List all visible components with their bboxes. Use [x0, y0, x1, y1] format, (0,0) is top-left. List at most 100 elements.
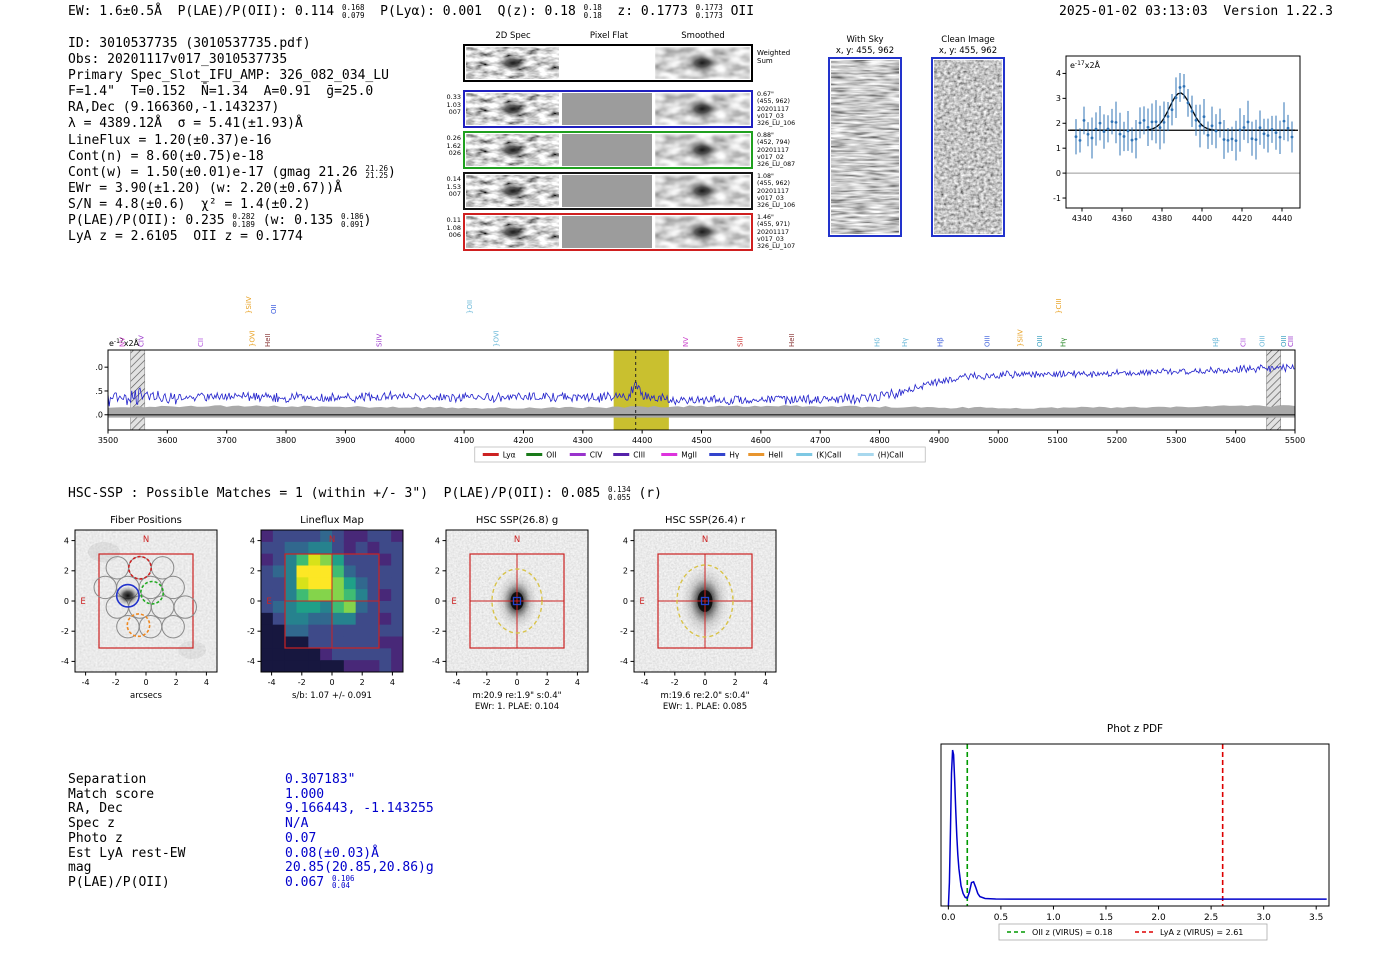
- graphic-primitive: 4: [390, 678, 395, 687]
- timestamp-version: 2025-01-02 03:13:03 Version 1.22.3: [1059, 4, 1333, 19]
- row-annotation-line: 20201117: [757, 187, 790, 195]
- graphic-primitive: -2: [432, 627, 440, 636]
- emission-label-CIII: CIII: [1287, 336, 1295, 347]
- info-line: ID: 3010537735 (3010537735.pdf): [68, 36, 311, 51]
- cutout-xlabel: s/b: 1.07 +/- 0.091: [292, 691, 372, 701]
- graphic-primitive: [379, 601, 392, 614]
- graphic-primitive: 3.5: [1309, 913, 1323, 923]
- info-line: Obs: 20201117v017_3010537735: [68, 52, 288, 68]
- graphic-primitive: 4360: [1112, 214, 1132, 223]
- graphic-primitive: 3.0: [1256, 913, 1271, 923]
- y-ticks: 0.0 2.5 5.0: [95, 363, 108, 420]
- graphic-primitive: 0.1773: [695, 10, 723, 20]
- graphic-primitive: -4: [268, 678, 276, 687]
- graphic-primitive: [332, 648, 345, 661]
- graphic-primitive: [391, 553, 404, 566]
- match-field-label: Separation: [68, 772, 147, 787]
- graphic-primitive: 4300: [573, 436, 593, 445]
- graphic-primitive: -4: [82, 678, 90, 687]
- trace-blob: [684, 222, 720, 242]
- graphic-primitive: [379, 648, 392, 661]
- graphic-primitive: [320, 553, 333, 566]
- graphic-primitive: [308, 530, 321, 543]
- emission-label-HeII: HeII: [264, 333, 272, 347]
- graphic-primitive: [355, 565, 368, 578]
- cutout-title: HSC SSP(26.8) g: [476, 515, 558, 526]
- graphic-primitive: [367, 589, 380, 602]
- match-field-label: P(LAE)/P(OII): [68, 874, 170, 890]
- x-ticks: -4 -2 0 2 4: [641, 672, 768, 687]
- graphic-primitive: 4400: [632, 436, 652, 445]
- legend-label: CIII: [633, 451, 645, 460]
- graphic-primitive: 21.25: [365, 171, 388, 181]
- graphic-primitive: 0: [143, 678, 148, 687]
- graphic-primitive: [320, 589, 333, 602]
- graphic-primitive: [272, 553, 286, 566]
- graphic-primitive: 2: [545, 678, 550, 687]
- graphic-primitive: [320, 648, 333, 661]
- graphic-primitive: [178, 641, 206, 659]
- row-annotation-line: 1.08": [757, 173, 774, 180]
- graphic-primitive: [343, 660, 357, 673]
- graphic-primitive: 5300: [1166, 436, 1186, 445]
- graphic-primitive: [284, 601, 297, 614]
- row-weights: 0.33 1.03 007: [440, 93, 461, 117]
- graphic-primitive: 4700: [810, 436, 830, 445]
- graphic-primitive: [296, 601, 309, 614]
- graphic-primitive: [343, 601, 357, 614]
- plot-frame: [940, 743, 1330, 907]
- graphic-primitive: [1082, 119, 1086, 122]
- emission-label-OVI: }OVI: [249, 330, 257, 347]
- row-annotation-line: (455, 962): [757, 180, 790, 188]
- row-weight-value: 006: [448, 231, 461, 240]
- cutout-title: Fiber Positions: [110, 515, 182, 526]
- graphic-primitive: [284, 541, 297, 555]
- graphic-primitive: 2: [435, 567, 440, 576]
- sky-panel-title: Clean Image x, y: 455, 962: [931, 35, 1005, 56]
- graphic-primitive: [320, 660, 333, 673]
- north-label: N: [143, 535, 149, 545]
- graphic-primitive: [296, 612, 309, 626]
- x-ticks: 0.0 0.5 1.0 1.5 2.0 2.5 3.0 3.5: [941, 906, 1323, 923]
- row-weight-value: 007: [448, 190, 461, 199]
- graphic-primitive: [379, 530, 392, 543]
- x-ticks: 3500 3600 3700 3800 3900 4000 4100 4200 4300 4400…: [98, 430, 1305, 445]
- graphic-primitive: [1178, 86, 1182, 89]
- graphic-primitive: [391, 660, 404, 673]
- graphic-primitive: 4: [204, 678, 209, 687]
- graphic-primitive: 5200: [1107, 436, 1127, 445]
- graphic-primitive: [379, 565, 392, 578]
- graphic-primitive: 0: [1056, 169, 1061, 178]
- graphic-primitive: [562, 47, 652, 79]
- graphic-primitive: 4340: [1072, 214, 1092, 223]
- clean-image: [931, 57, 1005, 237]
- graphic-primitive: -2: [112, 678, 120, 687]
- col-header-pixelflat: Pixel Flat: [589, 31, 629, 41]
- graphic-primitive: 5400: [1225, 436, 1245, 445]
- graphic-primitive: [355, 636, 368, 649]
- row-annotation: 0.67" (455, 962) 20201117 v017_03 326_LU_106: [757, 91, 829, 127]
- graphic-primitive: [308, 553, 321, 566]
- row-annotation-line: 20201117: [757, 146, 790, 154]
- graphic-primitive: [272, 601, 286, 614]
- graphic-primitive: [1106, 127, 1110, 131]
- graphic-primitive: 0: [623, 597, 628, 606]
- row-annotation-line: 0.88": [757, 132, 774, 139]
- graphic-primitive: [261, 660, 274, 673]
- graphic-primitive: -1: [1053, 194, 1061, 203]
- masked-band: [1266, 349, 1282, 431]
- row-annotation: 0.88" (452, 794) 20201117 v017_02 326_LU_087: [757, 132, 829, 168]
- graphic-primitive: [284, 648, 297, 661]
- row-annotation-line: (452, 794): [757, 139, 790, 147]
- trace-blob: [496, 100, 528, 118]
- graphic-primitive: 5.0: [95, 363, 103, 372]
- row-weight-value: 007: [448, 108, 461, 117]
- legend-frame: [474, 446, 926, 463]
- graphic-primitive: [1090, 136, 1094, 140]
- trace-blob: [496, 223, 528, 241]
- graphic-primitive: [391, 601, 404, 614]
- plot-frame: [107, 349, 1296, 431]
- row-annotation-line: 1.46": [757, 214, 774, 221]
- graphic-primitive: 0.189: [232, 219, 255, 229]
- spec2d-row: [463, 90, 753, 128]
